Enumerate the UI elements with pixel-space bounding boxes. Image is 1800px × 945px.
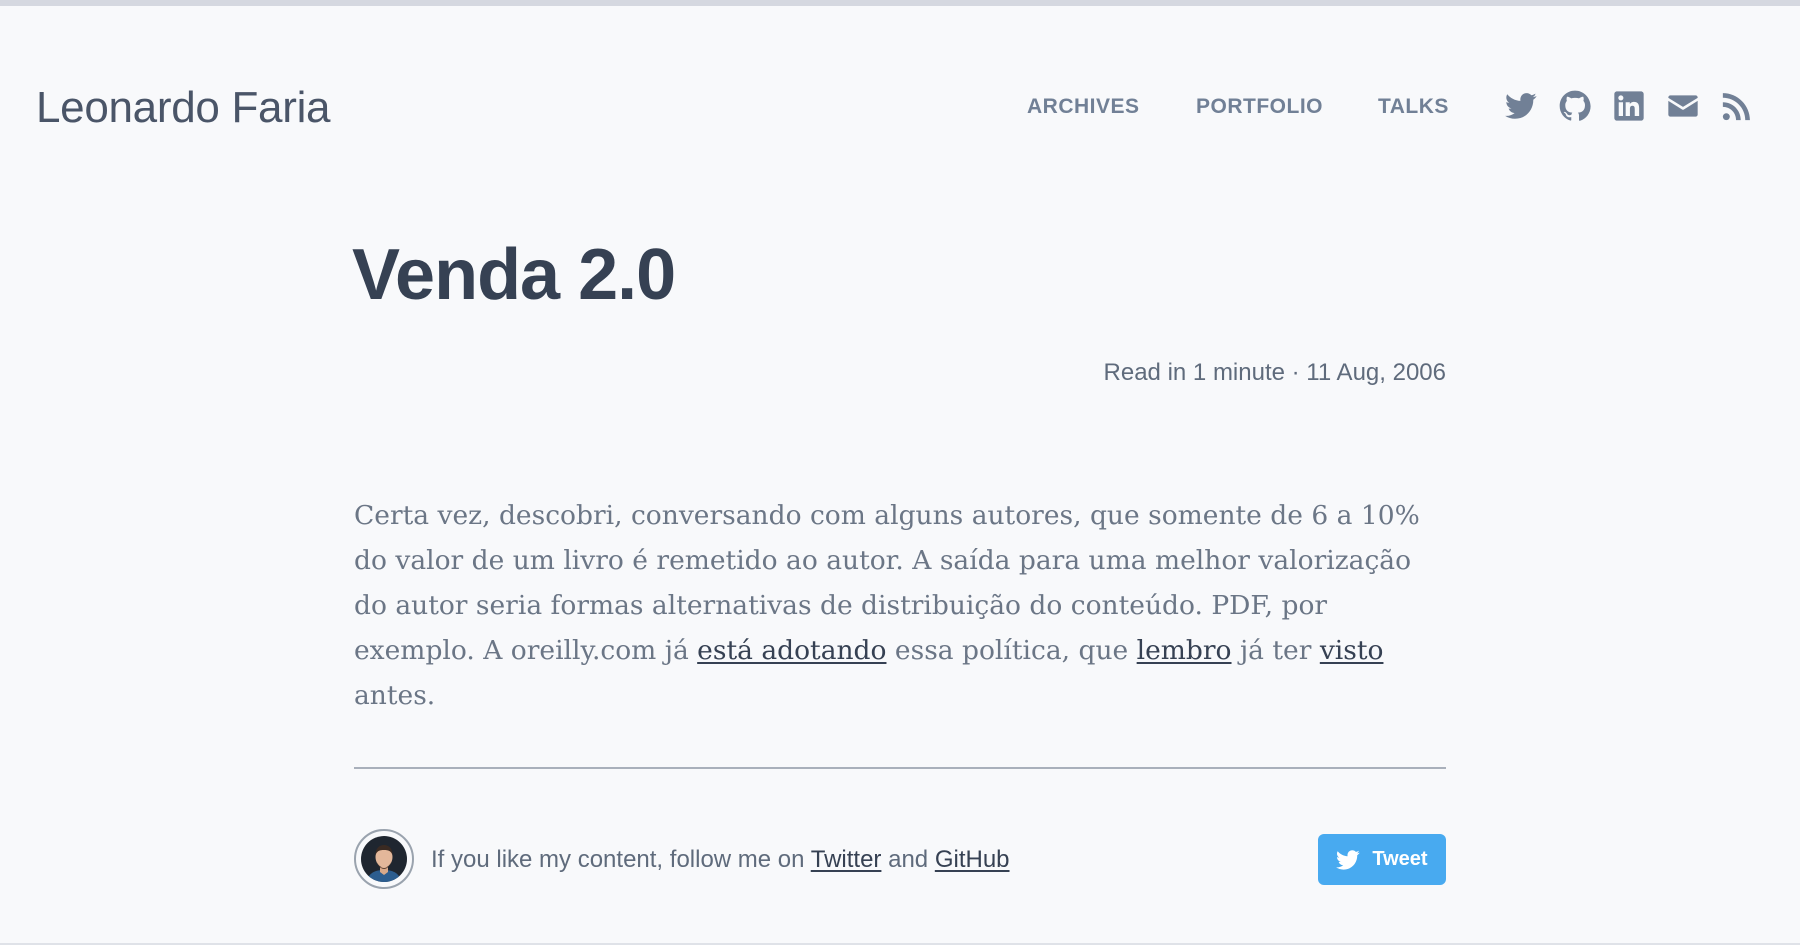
follow-message: If you like my content, follow me on Twi… xyxy=(431,844,1010,876)
rss-icon[interactable] xyxy=(1721,90,1753,122)
nav-portfolio[interactable]: PORTFOLIO xyxy=(1196,92,1323,122)
post-meta: Read in 1 minute · 11 Aug, 2006 xyxy=(1103,359,1446,386)
post-text: já ter xyxy=(1231,635,1320,666)
linkedin-icon[interactable] xyxy=(1613,90,1645,122)
post-text: essa política, que xyxy=(886,635,1137,666)
avatar-photo-icon xyxy=(361,836,407,882)
link-lembro[interactable]: lembro xyxy=(1137,635,1232,666)
follow-prefix: If you like my content, follow me on xyxy=(431,846,811,873)
tweet-button[interactable]: Tweet xyxy=(1318,834,1446,885)
twitter-icon[interactable] xyxy=(1505,90,1537,122)
post-title: Venda 2.0 xyxy=(352,235,676,315)
tweet-button-label: Tweet xyxy=(1372,848,1428,870)
author-avatar xyxy=(354,829,414,889)
follow-and: and xyxy=(881,846,935,873)
top-accent-bar xyxy=(0,0,1800,6)
site-brand-link[interactable]: Leonardo Faria xyxy=(36,78,331,138)
post-text: antes. xyxy=(354,680,436,711)
follow-twitter-link[interactable]: Twitter xyxy=(811,846,882,873)
twitter-bird-icon xyxy=(1336,849,1360,870)
github-icon[interactable] xyxy=(1559,90,1591,122)
email-icon[interactable] xyxy=(1667,90,1699,122)
nav-talks[interactable]: TALKS xyxy=(1378,92,1449,122)
link-visto[interactable]: visto xyxy=(1320,635,1384,666)
follow-github-link[interactable]: GitHub xyxy=(935,846,1010,873)
nav-archives[interactable]: ARCHIVES xyxy=(1027,92,1140,122)
content-divider xyxy=(354,767,1446,769)
link-esta-adotando[interactable]: está adotando xyxy=(697,635,886,666)
post-body: Certa vez, descobri, conversando com alg… xyxy=(354,493,1448,718)
